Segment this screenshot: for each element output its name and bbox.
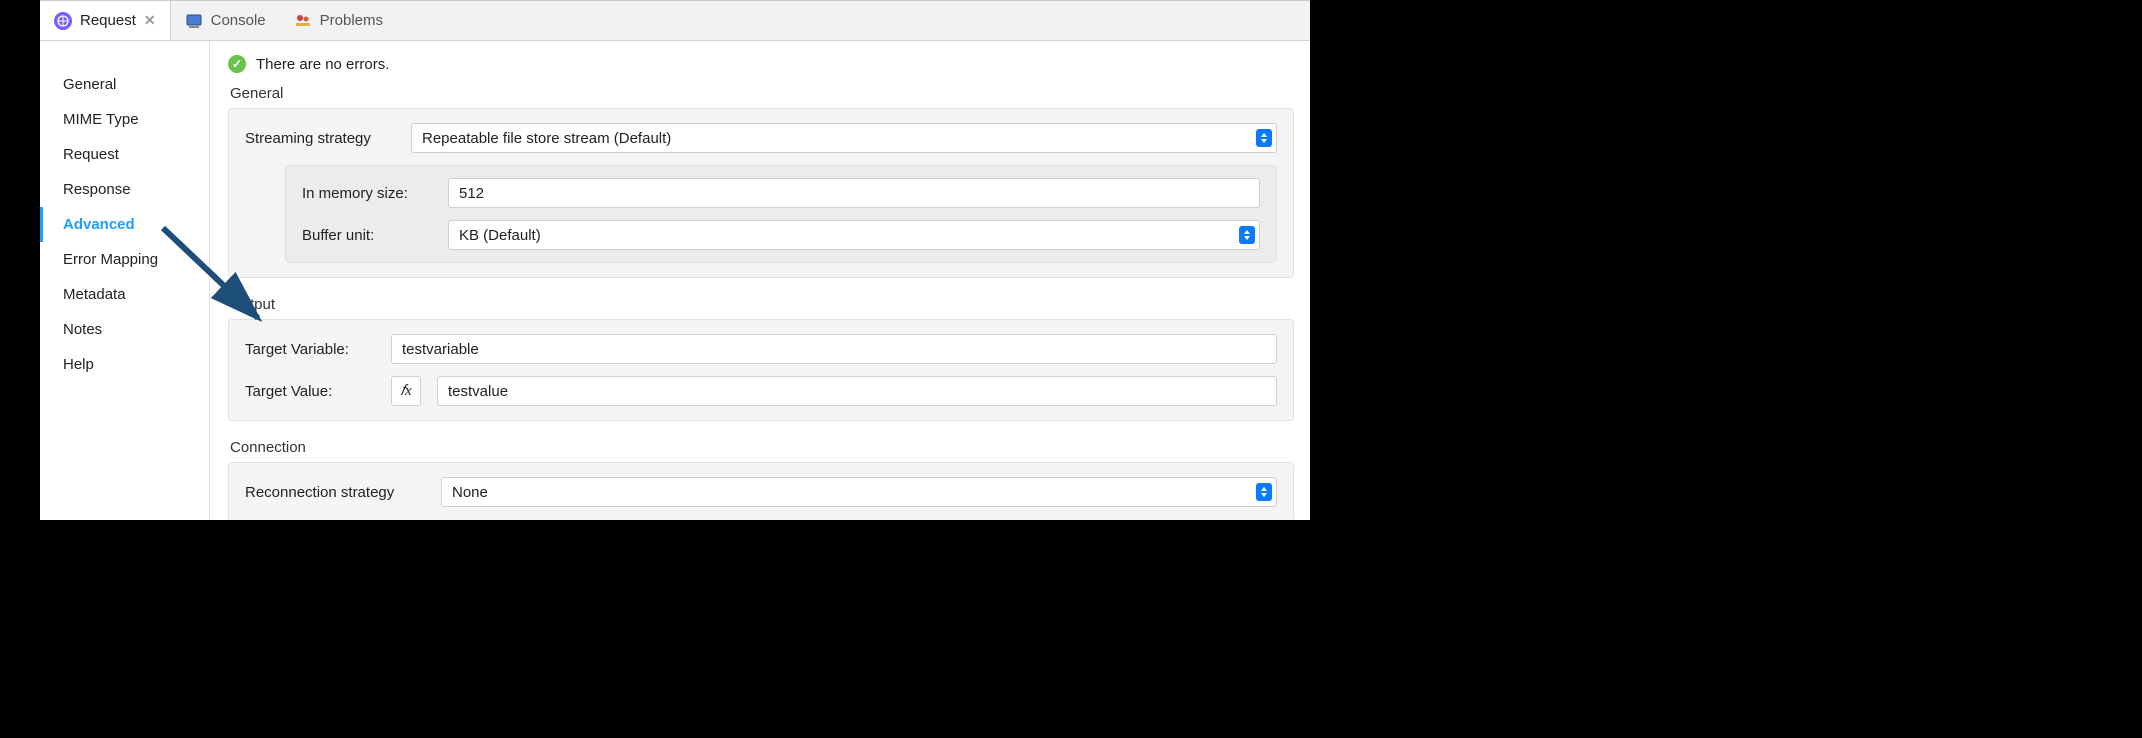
sidebar-item-label: Request	[63, 146, 119, 163]
sidebar-item-error-mapping[interactable]: Error Mapping	[40, 242, 209, 277]
fx-button[interactable]: 𝑓x	[391, 376, 421, 406]
target-value-label: Target Value:	[245, 383, 375, 400]
sidebar-item-notes[interactable]: Notes	[40, 312, 209, 347]
reconnection-strategy-label: Reconnection strategy	[245, 484, 425, 501]
sidebar-item-label: MIME Type	[63, 111, 139, 128]
sidebar-item-advanced[interactable]: Advanced	[40, 207, 209, 242]
target-value-input[interactable]	[437, 376, 1277, 406]
chevron-updown-icon	[1256, 483, 1272, 501]
section-title-general: General	[230, 85, 1294, 102]
streaming-inner-box: In memory size: Buffer unit: KB (Default…	[285, 165, 1277, 263]
status-text: There are no errors.	[256, 56, 389, 73]
check-icon: ✓	[228, 55, 246, 73]
tab-label: Request	[80, 12, 136, 29]
main-panel: ✓ There are no errors. General Streaming…	[210, 41, 1310, 520]
sidebar-item-label: Metadata	[63, 286, 126, 303]
chevron-updown-icon	[1256, 129, 1272, 147]
sidebar-item-help[interactable]: Help	[40, 347, 209, 382]
target-variable-label: Target Variable:	[245, 341, 375, 358]
connection-group: Reconnection strategy None	[228, 462, 1294, 520]
problems-icon	[294, 12, 312, 30]
sidebar-item-label: Notes	[63, 321, 102, 338]
output-group: Target Variable: Target Value: 𝑓x	[228, 319, 1294, 421]
close-icon[interactable]: ✕	[144, 12, 156, 29]
sidebar-item-metadata[interactable]: Metadata	[40, 277, 209, 312]
sidebar: General MIME Type Request Response Advan…	[40, 41, 210, 520]
body: General MIME Type Request Response Advan…	[40, 41, 1310, 520]
in-memory-size-label: In memory size:	[302, 185, 432, 202]
sidebar-item-request[interactable]: Request	[40, 137, 209, 172]
sidebar-item-label: Error Mapping	[63, 251, 158, 268]
tab-label: Problems	[320, 12, 383, 29]
sidebar-item-mime-type[interactable]: MIME Type	[40, 102, 209, 137]
sidebar-item-response[interactable]: Response	[40, 172, 209, 207]
tab-request[interactable]: Request ✕	[40, 1, 171, 40]
buffer-unit-label: Buffer unit:	[302, 227, 432, 244]
select-value: KB (Default)	[459, 227, 541, 244]
sidebar-item-label: Advanced	[63, 216, 135, 233]
in-memory-size-input[interactable]	[448, 178, 1260, 208]
sidebar-item-general[interactable]: General	[40, 67, 209, 102]
tab-label: Console	[211, 12, 266, 29]
reconnection-strategy-select[interactable]: None	[441, 477, 1277, 507]
section-title-connection: Connection	[230, 439, 1294, 456]
sidebar-item-label: Help	[63, 356, 94, 373]
target-variable-input[interactable]	[391, 334, 1277, 364]
status-row: ✓ There are no errors.	[228, 55, 1294, 73]
tab-console[interactable]: Console	[171, 1, 280, 40]
request-icon	[54, 12, 72, 30]
tab-problems[interactable]: Problems	[280, 1, 397, 40]
section-title-output: Output	[230, 296, 1294, 313]
sidebar-item-label: Response	[63, 181, 131, 198]
select-value: Repeatable file store stream (Default)	[422, 130, 671, 147]
chevron-updown-icon	[1239, 226, 1255, 244]
streaming-strategy-label: Streaming strategy	[245, 130, 395, 147]
app-window: Request ✕ Console Problems General MIME …	[40, 0, 1310, 520]
streaming-strategy-select[interactable]: Repeatable file store stream (Default)	[411, 123, 1277, 153]
tabbar: Request ✕ Console Problems	[40, 1, 1310, 41]
buffer-unit-select[interactable]: KB (Default)	[448, 220, 1260, 250]
select-value: None	[452, 484, 488, 501]
console-icon	[185, 12, 203, 30]
sidebar-item-label: General	[63, 76, 116, 93]
general-group: Streaming strategy Repeatable file store…	[228, 108, 1294, 278]
